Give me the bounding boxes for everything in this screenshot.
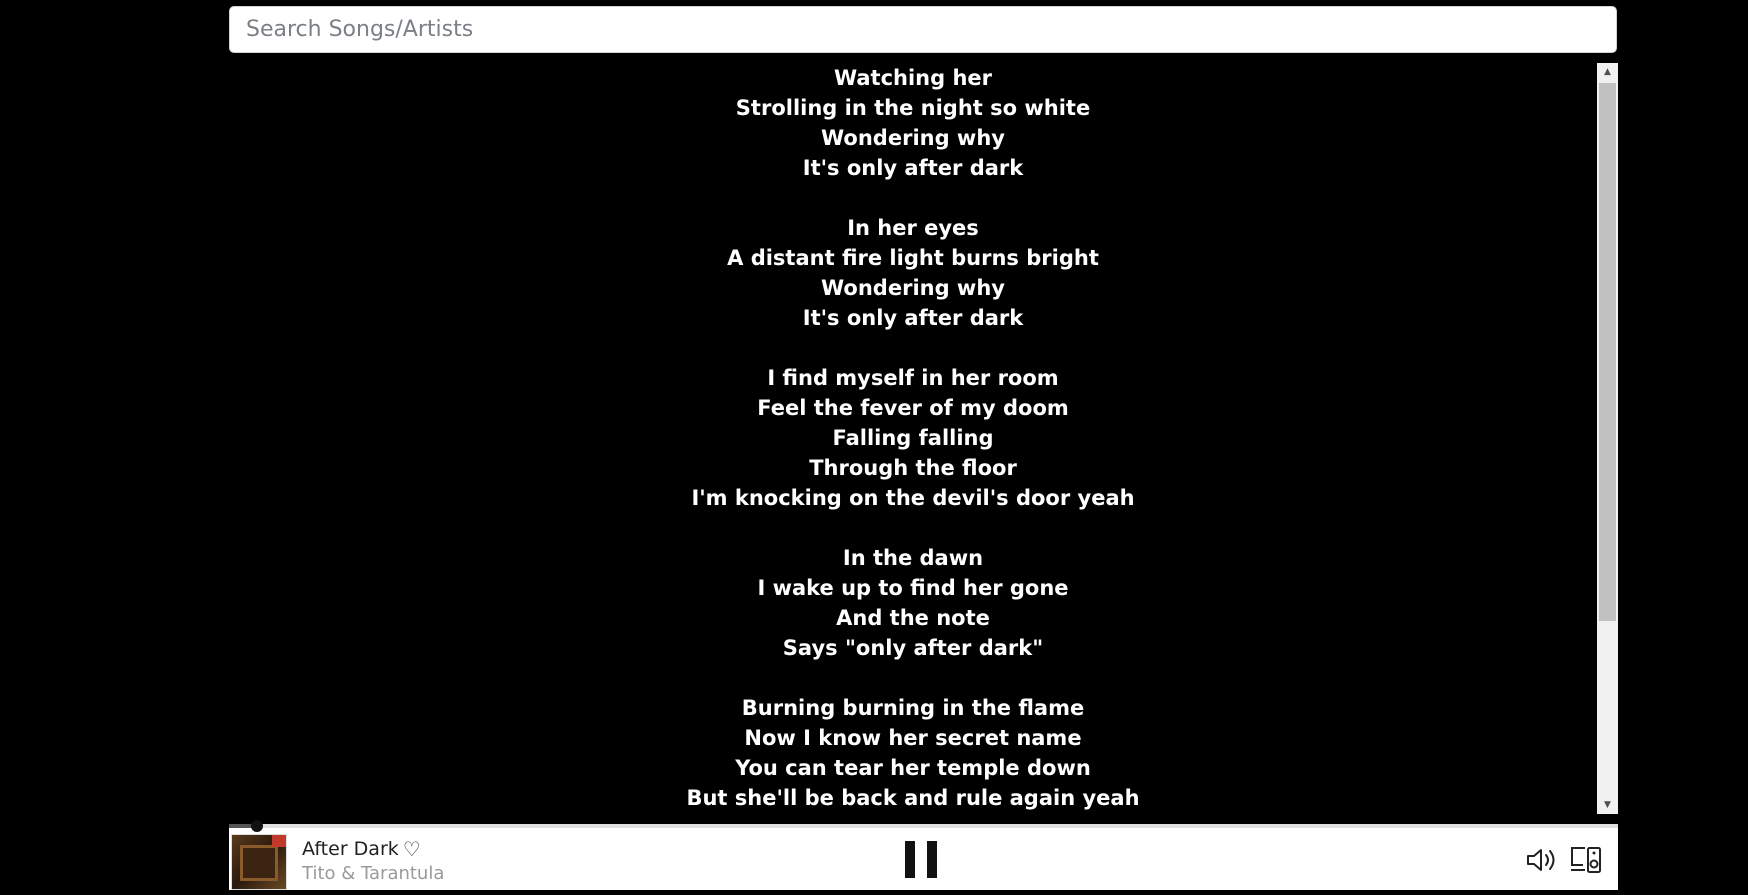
player-bar: After Dark ♡ Tito & Tarantula [229,820,1618,890]
lyric-line: A distant fire light burns bright [727,246,1099,270]
lyric-line: I'm knocking on the devil's door yeah [691,486,1135,510]
app-root: Watching her Strolling in the night so wh… [0,0,1748,895]
scroll-down-arrow-icon[interactable]: ▼ [1597,796,1618,814]
lyric-line: Watching her [833,66,993,90]
lyrics-text: Watching her Strolling in the night so wh… [229,63,1597,813]
lyric-line: And the note [836,606,990,630]
stanza-gap [229,513,1597,543]
lyric-line: I find myself in her room [767,366,1059,390]
track-title: After Dark [302,838,399,860]
pause-icon-bar-right [927,841,937,878]
lyric-line: Through the floor [809,456,1017,480]
track-artist[interactable]: Tito & Tarantula [302,862,444,886]
lyric-line: Now I know her secret name [744,726,1082,750]
devices-icon [1571,847,1601,873]
speaker-icon [1527,849,1555,871]
heart-outline-icon[interactable]: ♡ [403,839,421,859]
lyric-line: But she'll be back and rule again yeah [686,786,1140,810]
pause-icon-bar-left [905,841,915,878]
progress-handle[interactable] [250,820,263,832]
volume-button[interactable] [1525,846,1559,874]
album-art-stamp [272,835,286,847]
pause-button[interactable] [905,841,937,878]
scroll-up-arrow-icon[interactable]: ▲ [1597,63,1618,81]
lyrics-panel[interactable]: Watching her Strolling in the night so wh… [229,63,1618,814]
devices-button[interactable] [1569,845,1603,875]
stanza-gap [229,333,1597,363]
lyric-line: Feel the fever of my doom [757,396,1069,420]
lyric-line: It's only after dark [802,156,1024,180]
lyric-line: You can tear her temple down [735,756,1091,780]
lyric-line: It's only after dark [802,306,1024,330]
search-bar [229,6,1617,53]
scroll-thumb[interactable] [1599,83,1616,621]
lyric-line: Strolling in the night so white [735,96,1091,120]
lyric-line: In her eyes [847,216,979,240]
album-art [231,834,287,890]
lyric-line: In the dawn [842,546,984,570]
search-input[interactable] [230,7,1616,52]
stanza-gap [229,183,1597,213]
album-art-frame [240,845,278,881]
lyrics-scrollbar[interactable]: ▲ ▼ [1597,63,1618,814]
stanza-gap [229,663,1597,693]
track-info: After Dark ♡ Tito & Tarantula [302,836,444,886]
lyric-line: Wondering why [821,276,1005,300]
lyric-line: I wake up to find her gone [757,576,1069,600]
lyric-line: Says "only after dark" [782,636,1044,660]
lyric-line: Wondering why [821,126,1005,150]
lyric-line: Falling falling [832,426,994,450]
track-title-row: After Dark ♡ [302,836,444,862]
lyric-line: Burning burning in the flame [741,696,1085,720]
